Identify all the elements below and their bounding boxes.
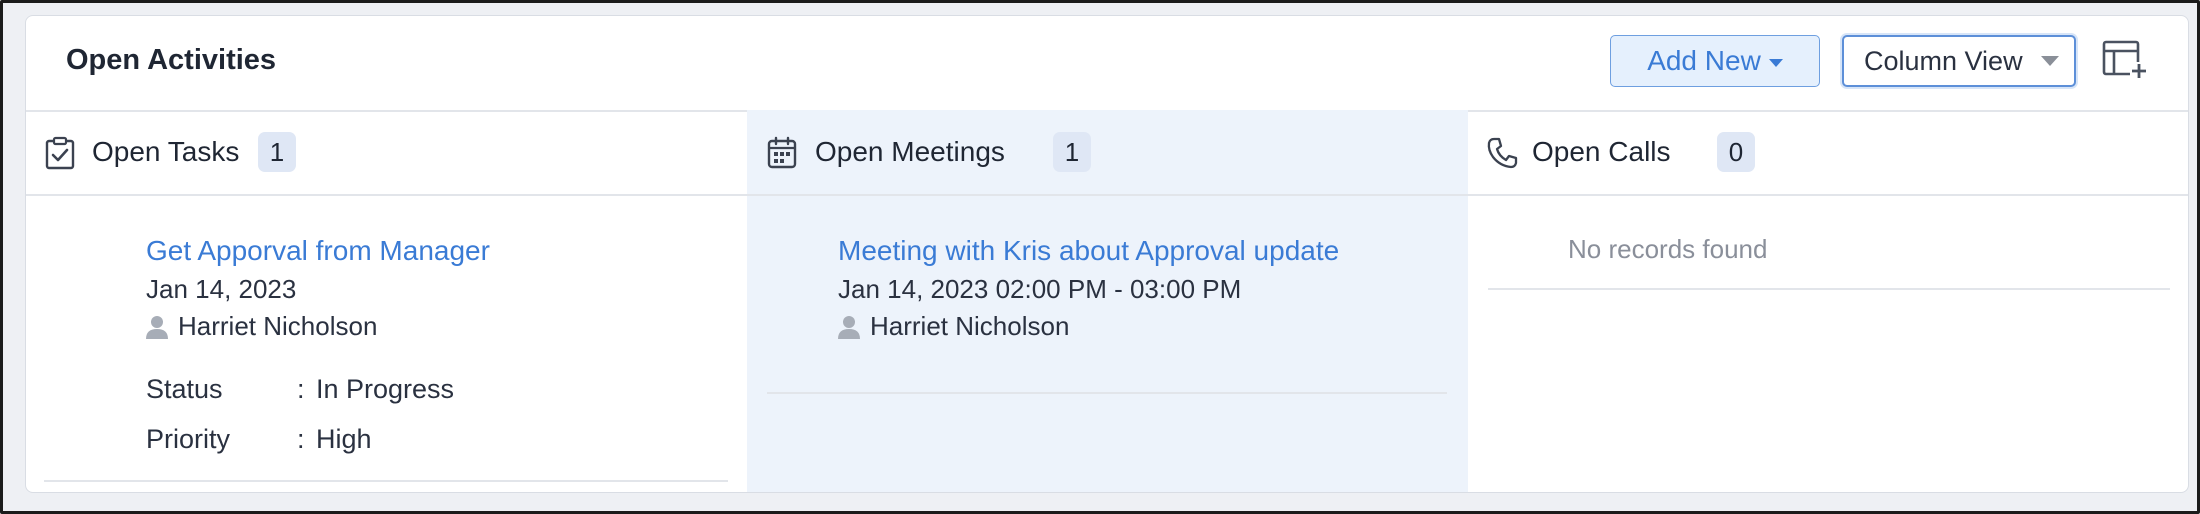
user-icon bbox=[146, 315, 168, 339]
calendar-icon bbox=[767, 136, 797, 169]
meeting-date-range: Jan 14, 2023 02:00 PM - 03:00 PM bbox=[838, 274, 1242, 304]
open-calls-title: Open Calls bbox=[1532, 136, 1671, 167]
open-calls-header: Open Calls 0 bbox=[1468, 110, 2188, 196]
open-meetings-count-badge: 1 bbox=[1053, 132, 1091, 172]
open-tasks-title: Open Tasks bbox=[92, 136, 240, 167]
open-tasks-count-badge: 1 bbox=[258, 132, 296, 172]
status-label: Status bbox=[146, 374, 223, 404]
add-new-button[interactable]: Add New bbox=[1610, 35, 1820, 87]
open-meetings-column: Open Meetings 1 Meeting with Kris about … bbox=[747, 110, 1468, 492]
phone-icon bbox=[1487, 137, 1518, 169]
open-tasks-header: Open Tasks 1 bbox=[26, 110, 747, 196]
view-select-dropdown[interactable]: Column View bbox=[1842, 35, 2076, 87]
panel-header: Open Activities Add New Column View bbox=[26, 16, 2188, 112]
window-frame: Open Activities Add New Column View Open… bbox=[0, 0, 2200, 514]
open-meetings-title: Open Meetings bbox=[815, 136, 1005, 167]
open-activities-panel: Open Activities Add New Column View Open… bbox=[25, 15, 2189, 493]
open-calls-count-badge: 0 bbox=[1717, 132, 1755, 172]
priority-label: Priority bbox=[146, 424, 231, 454]
open-meetings-header: Open Meetings 1 bbox=[747, 110, 1468, 196]
task-check-icon bbox=[45, 136, 75, 170]
view-select-value: Column View bbox=[1864, 45, 2023, 76]
status-separator: : bbox=[297, 374, 305, 404]
task-subject-link[interactable]: Get Apporval from Manager bbox=[146, 235, 490, 267]
calls-empty-divider bbox=[1488, 288, 2170, 290]
customize-columns-icon[interactable] bbox=[2100, 38, 2150, 82]
meeting-record-divider bbox=[767, 392, 1447, 394]
chevron-down-icon bbox=[2040, 56, 2059, 66]
priority-value: High bbox=[316, 424, 372, 454]
priority-separator: : bbox=[297, 424, 305, 454]
task-due-date: Jan 14, 2023 bbox=[146, 274, 297, 304]
user-icon bbox=[838, 315, 860, 339]
status-value: In Progress bbox=[316, 374, 455, 404]
meeting-owner: Harriet Nicholson bbox=[838, 311, 1069, 342]
meeting-owner-name: Harriet Nicholson bbox=[870, 311, 1070, 341]
open-tasks-column: Open Tasks 1 Get Apporval from Manager J… bbox=[26, 110, 747, 492]
add-new-label: Add New bbox=[1647, 45, 1761, 76]
task-record-divider bbox=[44, 480, 728, 482]
open-calls-column: Open Calls 0 No records found bbox=[1468, 110, 2188, 492]
panel-title: Open Activities bbox=[66, 44, 277, 76]
no-records-message: No records found bbox=[1568, 234, 1768, 264]
meeting-subject-link[interactable]: Meeting with Kris about Approval update bbox=[838, 235, 1339, 267]
task-owner: Harriet Nicholson bbox=[146, 311, 377, 342]
caret-down-icon bbox=[1768, 58, 1783, 67]
task-owner-name: Harriet Nicholson bbox=[178, 311, 378, 341]
